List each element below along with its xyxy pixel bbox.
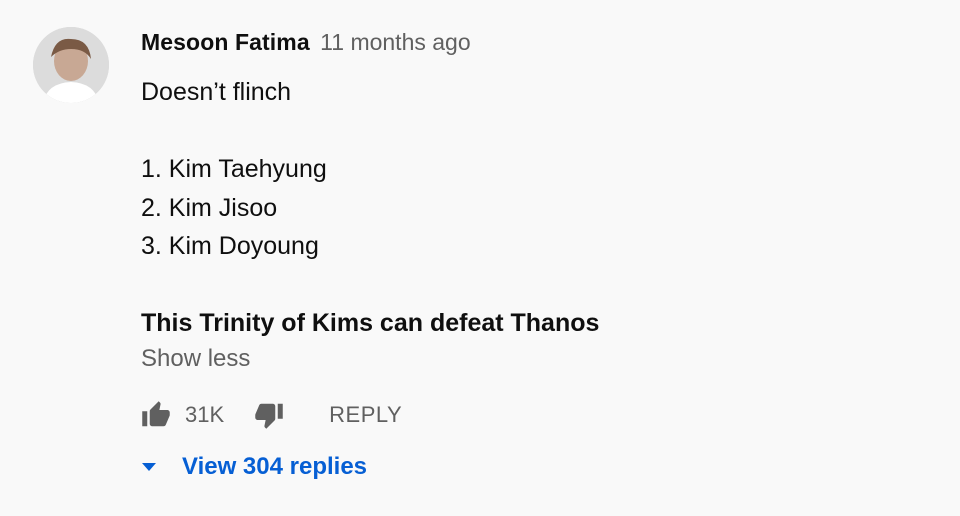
comment-line: 2. Kim Jisoo <box>141 193 278 222</box>
avatar-image <box>33 27 109 103</box>
comment-text: Doesn’t flinch 1. Kim Taehyung 2. Kim Ji… <box>141 73 599 343</box>
thumb-up-icon <box>142 401 170 427</box>
author-name[interactable]: Mesoon Fatima <box>141 29 310 55</box>
comment-bold-line: This Trinity of Kims can defeat Thanos <box>141 309 600 337</box>
comment-actions: 31K REPLY <box>141 398 402 432</box>
like-count: 31K <box>185 402 225 427</box>
view-replies-label: View 304 replies <box>182 453 368 480</box>
thumb-down-icon <box>255 403 283 429</box>
dislike-button[interactable] <box>254 400 284 430</box>
reply-button[interactable]: REPLY <box>329 402 402 428</box>
caret-down-icon <box>141 459 157 475</box>
comment-line: 1. Kim Taehyung <box>141 155 327 183</box>
comment-line: Doesn’t flinch <box>141 78 292 106</box>
comment-time[interactable]: 11 months ago <box>320 29 470 55</box>
view-replies-button[interactable]: View 304 replies <box>141 453 367 481</box>
show-less-button[interactable]: Show less <box>141 345 250 373</box>
comment-line: 3. Kim Doyoung <box>141 232 319 260</box>
like-button[interactable] <box>141 400 171 430</box>
comment-header: Mesoon Fatima 11 months ago <box>141 29 471 56</box>
comment-avatar[interactable] <box>33 27 109 103</box>
